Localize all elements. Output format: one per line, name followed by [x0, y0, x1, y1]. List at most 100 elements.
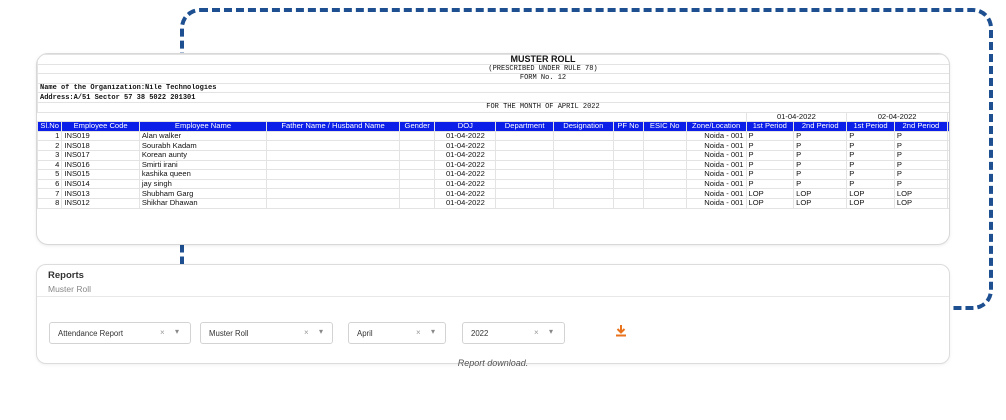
row-employee-code: INS014 — [61, 178, 140, 190]
row-attendance-cell: P — [946, 130, 949, 142]
column-header: Zone/Location — [685, 121, 747, 132]
clear-icon[interactable]: × — [304, 328, 309, 337]
row-attendance-cell: P — [846, 140, 895, 151]
sheet-form-no: FORM No. 12 — [37, 73, 949, 84]
row-esic-no — [642, 149, 687, 161]
column-header: Gender — [399, 121, 436, 132]
row-attendance-cell: LOP — [793, 197, 848, 209]
row-attendance-cell: P — [793, 159, 848, 171]
row-designation — [552, 178, 614, 190]
row-attendance-cell: LOP — [946, 197, 949, 209]
reports-header: Reports Muster Roll — [37, 265, 949, 297]
row-attendance-cell: LOP — [893, 188, 948, 199]
table-row[interactable]: 6 INS014 jay singh 01-04-2022 Noida - 001 P P P… — [37, 178, 949, 190]
table-row[interactable]: 8 INS012 Shikhar Dhawan 01-04-2022 Noida - 0… — [37, 197, 949, 209]
row-gender — [399, 130, 436, 142]
clear-icon[interactable]: × — [416, 328, 421, 337]
column-header: Designation — [552, 121, 614, 132]
row-designation — [552, 188, 614, 199]
table-row[interactable]: 1 INS019 Alan walker 01-04-2022 Noida - 001 P… — [37, 130, 949, 142]
row-attendance-cell: P — [745, 130, 795, 142]
clear-icon[interactable]: × — [534, 328, 539, 337]
table-row[interactable]: 3 INS017 Korean aunty 01-04-2022 Noida - 001… — [37, 149, 949, 161]
row-attendance-cell: P — [793, 149, 848, 161]
column-header-row: Sl.No Employee Code Employee Name Father Na… — [37, 121, 949, 132]
sheet-viewport[interactable]: MUSTER ROLL (PRESCRIBED UNDER RULE 78) F… — [37, 54, 949, 244]
chevron-down-icon[interactable]: ▾ — [431, 327, 435, 336]
row-attendance-cell: P — [893, 169, 948, 180]
column-header: 1st Period — [846, 121, 895, 132]
row-doj: 01-04-2022 — [434, 140, 497, 151]
row-attendance-cell: LOP — [745, 188, 795, 199]
sheet-org-line: Name of the Organization:Nile Technologi… — [37, 82, 949, 94]
download-icon[interactable] — [615, 324, 627, 338]
row-zone: Noida - 001 — [685, 169, 747, 180]
row-father-name — [266, 197, 401, 209]
row-attendance-cell: LOP — [893, 197, 948, 209]
year-select[interactable]: 2022 × ▾ — [462, 322, 565, 344]
report-type-select[interactable]: Attendance Report × ▾ — [49, 322, 191, 344]
row-pf-no — [612, 178, 644, 190]
clear-icon[interactable]: × — [160, 328, 165, 337]
column-header: PF No — [612, 121, 644, 132]
row-department — [495, 188, 554, 199]
column-header: Employee Code — [61, 121, 140, 132]
row-attendance-cell: P — [893, 140, 948, 151]
row-father-name — [266, 188, 401, 199]
row-father-name — [266, 178, 401, 190]
row-employee-name: jay singh — [138, 178, 268, 190]
row-attendance-cell: P — [745, 149, 795, 161]
row-esic-no — [642, 169, 687, 180]
row-employee-code: INS017 — [61, 149, 140, 161]
row-zone: Noida - 001 — [685, 188, 747, 199]
table-row[interactable]: 4 INS016 Smirti irani 01-04-2022 Noida - 001… — [37, 159, 949, 171]
row-doj: 01-04-2022 — [434, 169, 497, 180]
date-header: 03-04-2022 — [946, 111, 949, 123]
chevron-down-icon[interactable]: ▾ — [319, 327, 323, 336]
row-gender — [399, 188, 436, 199]
chevron-down-icon[interactable]: ▾ — [175, 327, 179, 336]
row-attendance-cell: P — [846, 178, 895, 190]
month-select[interactable]: April × ▾ — [348, 322, 446, 344]
row-employee-code: INS018 — [61, 140, 140, 151]
row-gender — [399, 178, 436, 190]
row-doj: 01-04-2022 — [434, 159, 497, 171]
row-gender — [399, 197, 436, 209]
row-pf-no — [612, 159, 644, 171]
table-row[interactable]: 7 INS013 Shubham Garg 01-04-2022 Noida - 001… — [37, 188, 949, 199]
row-attendance-cell: LOP — [846, 197, 895, 209]
row-employee-name: Shubham Garg — [138, 188, 268, 199]
chevron-down-icon[interactable]: ▾ — [549, 327, 553, 336]
column-header: DOJ — [434, 121, 497, 132]
row-sl-no: 7 — [37, 188, 63, 199]
column-header: ESIC No — [642, 121, 687, 132]
row-department — [495, 140, 554, 151]
column-header: Department — [495, 121, 554, 132]
row-doj: 01-04-2022 — [434, 149, 497, 161]
row-employee-code: INS013 — [61, 188, 140, 199]
row-zone: Noida - 001 — [685, 159, 747, 171]
row-department — [495, 159, 554, 171]
row-sl-no: 3 — [37, 149, 63, 161]
row-sl-no: 5 — [37, 169, 63, 180]
table-row[interactable]: 2 INS018 Sourabh Kadam 01-04-2022 Noida - 00… — [37, 140, 949, 151]
row-attendance-cell: LOP — [946, 188, 949, 199]
row-zone: Noida - 001 — [685, 130, 747, 142]
column-header: Employee Name — [138, 121, 268, 132]
row-zone: Noida - 001 — [685, 178, 747, 190]
row-father-name — [266, 130, 401, 142]
table-row[interactable]: 5 INS015 kashika queen 01-04-2022 Noida - 00… — [37, 169, 949, 180]
muster-roll-table: MUSTER ROLL (PRESCRIBED UNDER RULE 78) F… — [37, 54, 949, 209]
row-attendance-cell: P — [893, 149, 948, 161]
sheet-title: MUSTER ROLL — [37, 54, 949, 65]
report-name-select[interactable]: Muster Roll × ▾ — [200, 322, 333, 344]
row-attendance-cell: P — [946, 149, 949, 161]
row-designation — [552, 197, 614, 209]
row-sl-no: 2 — [37, 140, 63, 151]
row-attendance-cell: P — [846, 159, 895, 171]
row-pf-no — [612, 130, 644, 142]
row-attendance-cell: LOP — [793, 188, 848, 199]
row-father-name — [266, 140, 401, 151]
row-doj: 01-04-2022 — [434, 130, 497, 142]
row-attendance-cell: LOP — [846, 188, 895, 199]
